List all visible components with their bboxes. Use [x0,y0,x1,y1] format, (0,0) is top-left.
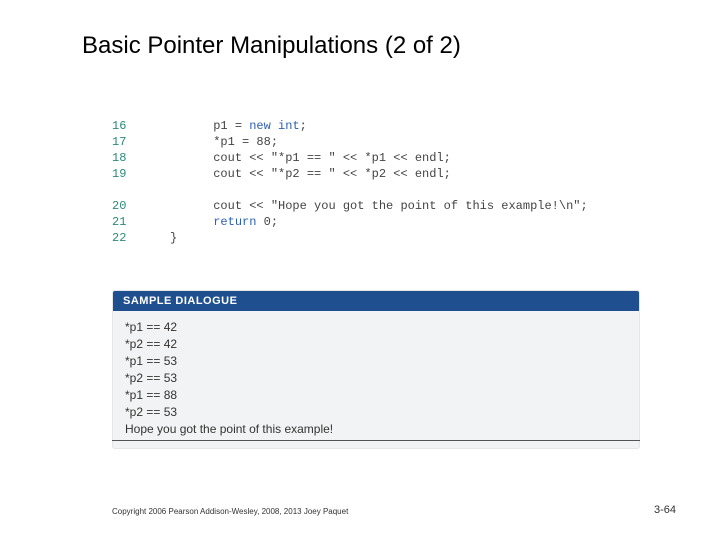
line-number: 20 [112,198,170,214]
code-line: p1 = new int; [170,118,307,134]
output-line: *p1 == 42 [125,319,627,336]
code-line: return 0; [170,214,278,230]
line-number: 19 [112,166,170,182]
code-block: 16 p1 = new int; 17 *p1 = 88; 18 cout <<… [112,118,588,246]
line-number: 18 [112,150,170,166]
code-line: } [170,230,177,246]
divider-line [112,440,640,441]
output-line: *p2 == 53 [125,404,627,421]
output-line: *p1 == 88 [125,387,627,404]
copyright-text: Copyright 2006 Pearson Addison-Wesley, 2… [112,507,348,516]
slide-title: Basic Pointer Manipulations (2 of 2) [82,32,461,60]
output-line: *p2 == 42 [125,336,627,353]
output-line: *p2 == 53 [125,370,627,387]
line-number: 17 [112,134,170,150]
output-line: Hope you got the point of this example! [125,421,627,438]
footer: Copyright 2006 Pearson Addison-Wesley, 2… [0,500,720,516]
dialogue-header: SAMPLE DIALOGUE [113,291,639,311]
page-number: 3-64 [654,504,676,516]
code-line: cout << "*p1 == " << *p1 << endl; [170,150,451,166]
dialogue-body: *p1 == 42 *p2 == 42 *p1 == 53 *p2 == 53 … [113,311,639,448]
code-line: cout << "Hope you got the point of this … [170,198,588,214]
code-line: *p1 = 88; [170,134,278,150]
sample-dialogue-box: SAMPLE DIALOGUE *p1 == 42 *p2 == 42 *p1 … [112,290,640,449]
line-number: 22 [112,230,170,246]
code-line: cout << "*p2 == " << *p2 << endl; [170,166,451,182]
line-number: 21 [112,214,170,230]
output-line: *p1 == 53 [125,353,627,370]
line-number: 16 [112,118,170,134]
